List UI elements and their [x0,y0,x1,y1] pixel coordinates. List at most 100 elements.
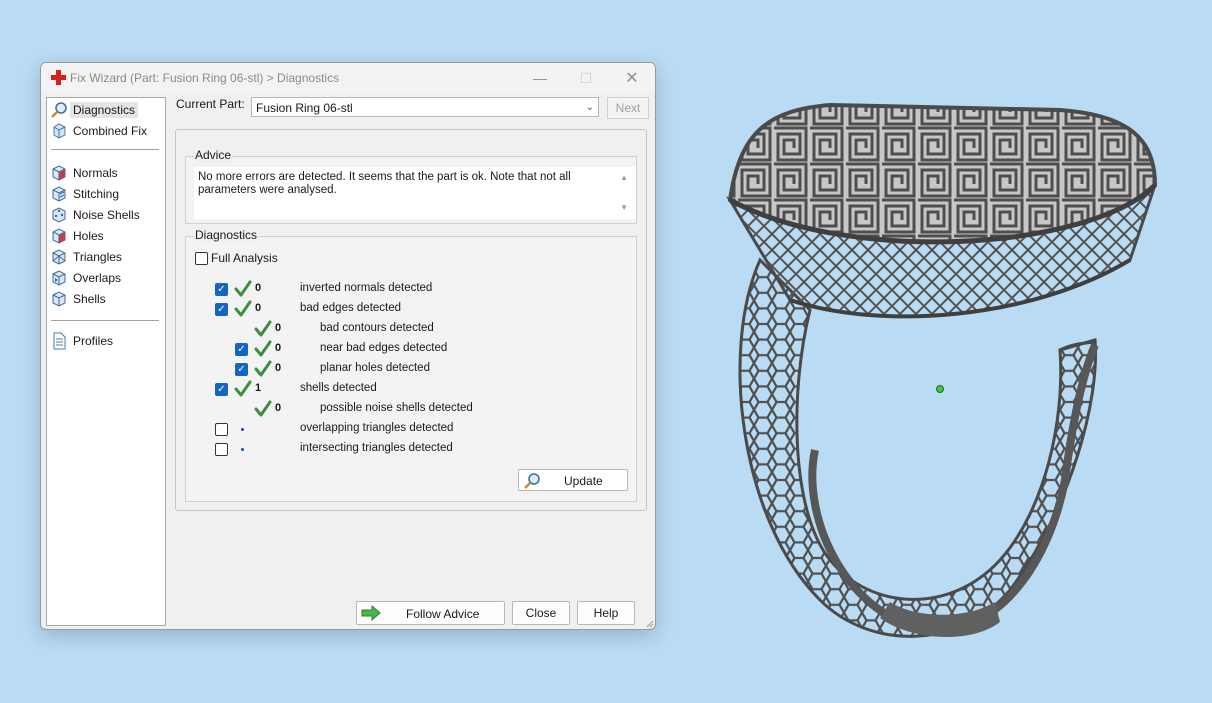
stitching-cube-icon [52,186,66,202]
diagnostic-text: near bad edges detected [320,342,448,354]
diagnostic-count: 0 [255,282,262,294]
minimize-button[interactable]: — [525,68,555,88]
sidebar-item-overlaps[interactable]: Overlaps [50,268,121,288]
sidebar-item-holes[interactable]: Holes [50,226,104,246]
advice-group: Advice No more errors are detected. It s… [185,148,637,224]
sidebar-item-label: Diagnostics [70,102,139,118]
pivot-point-icon [936,385,944,393]
update-button[interactable]: Update [518,469,628,491]
diagnostic-text: inverted normals detected [300,282,433,294]
full-analysis-label: Full Analysis [211,251,278,265]
scroll-down-icon[interactable]: ▼ [620,203,628,212]
diagnostic-count: 0 [255,302,262,314]
diagnostics-group: Diagnostics Full Analysis 0 inverted norm… [185,228,637,502]
advice-title: Advice [194,148,233,162]
scroll-up-icon[interactable]: ▲ [620,173,628,182]
row-checkbox[interactable] [215,443,228,456]
green-check-icon [254,320,272,337]
sidebar-item-label: Holes [73,229,104,243]
row-checkbox[interactable] [235,343,248,356]
window-title: Fix Wizard (Part: Fusion Ring 06-stl) > … [70,71,340,85]
holes-cube-icon [52,228,66,244]
sidebar-item-label: Profiles [73,334,114,348]
diagnostic-count: 1 [255,382,262,394]
advice-textbox[interactable]: No more errors are detected. It seems th… [194,167,636,219]
sidebar-item-label: Shells [73,292,106,306]
main-panel: Advice No more errors are detected. It s… [175,129,647,511]
sidebar-item-noise-shells[interactable]: Noise Shells [50,205,140,225]
diagnostic-text: possible noise shells detected [320,402,473,414]
diagnostic-text: planar holes detected [320,362,430,374]
diagnostic-text: intersecting triangles detected [300,442,453,454]
sidebar-item-triangles[interactable]: Triangles [50,247,122,267]
green-arrow-icon [361,605,381,621]
follow-advice-button[interactable]: Follow Advice [356,601,505,625]
diagnostic-count: 0 [275,322,282,334]
sidebar-item-normals[interactable]: Normals [50,163,118,183]
combined-fix-icon [53,123,66,139]
green-check-icon [234,380,252,397]
triangles-cube-icon [52,249,66,265]
sidebar-item-shells[interactable]: Shells [50,289,106,309]
update-label: Update [564,474,603,488]
checkbox[interactable] [195,251,208,265]
row-checkbox[interactable] [215,423,228,436]
row-checkbox[interactable] [215,283,228,296]
diagnostic-count: 0 [275,362,282,374]
diagnostic-text: bad edges detected [300,302,402,314]
diagnostic-count: 0 [275,342,282,354]
green-check-icon [254,360,272,377]
next-button[interactable]: Next [607,97,649,119]
row-checkbox[interactable] [235,363,248,376]
sidebar-item-label: Triangles [73,250,122,264]
title-bar[interactable]: Fix Wizard (Part: Fusion Ring 06-stl) > … [41,63,655,93]
green-check-icon [234,280,252,297]
sidebar-item-combined-fix[interactable]: Combined Fix [50,121,147,141]
shells-cube-icon [52,291,66,307]
sidebar-item-profiles[interactable]: Profiles [50,331,113,351]
chevron-down-icon: ⌄ [585,102,594,113]
sidebar-item-label: Overlaps [73,271,122,285]
green-check-icon [234,300,252,317]
magnifier-icon [524,473,540,489]
current-part-label: Current Part: [176,97,245,111]
sidebar-item-label: Stitching [73,187,120,201]
row-checkbox[interactable] [215,383,228,396]
diagnostic-text: overlapping triangles detected [300,422,454,434]
magnifier-icon [51,102,67,118]
green-check-icon [254,400,272,417]
pending-dot-icon [241,428,244,431]
noise-shells-cube-icon [52,207,66,223]
current-part-select[interactable]: Fusion Ring 06-stl ⌄ [251,97,599,117]
sidebar-item-label: Normals [73,166,118,180]
green-check-icon [254,340,272,357]
normals-cube-icon [52,165,66,181]
red-cross-icon [51,70,66,85]
pending-dot-icon [241,448,244,451]
resize-grip-icon[interactable] [644,618,654,628]
sidebar-item-stitching[interactable]: Stitching [50,184,119,204]
follow-advice-label: Follow Advice [406,607,480,621]
ring-3d-view[interactable] [700,90,1180,660]
current-part-value: Fusion Ring 06-stl [256,101,353,115]
close-button[interactable]: Close [512,601,570,625]
sidebar-item-diagnostics[interactable]: Diagnostics [50,100,139,120]
help-button[interactable]: Help [577,601,635,625]
diagnostic-count: 0 [275,402,282,414]
document-icon [53,332,66,350]
diagnostics-title: Diagnostics [194,228,259,242]
sidebar-divider [51,149,159,150]
fix-wizard-dialog: Fix Wizard (Part: Fusion Ring 06-stl) > … [40,62,656,630]
sidebar-divider [51,320,159,321]
full-analysis-checkbox[interactable]: Full Analysis [195,251,278,265]
sidebar-item-label: Combined Fix [73,124,148,138]
overlaps-cube-icon [52,270,66,286]
sidebar-item-label: Noise Shells [73,208,140,222]
close-window-button[interactable]: ✕ [617,68,647,88]
diagnostic-text: bad contours detected [320,322,434,334]
sidebar: Diagnostics Combined Fix Normals Stitchi… [46,97,166,626]
maximize-button[interactable]: ☐ [571,68,601,88]
row-checkbox[interactable] [215,303,228,316]
advice-text: No more errors are detected. It seems th… [198,171,571,196]
diagnostic-text: shells detected [300,382,377,394]
